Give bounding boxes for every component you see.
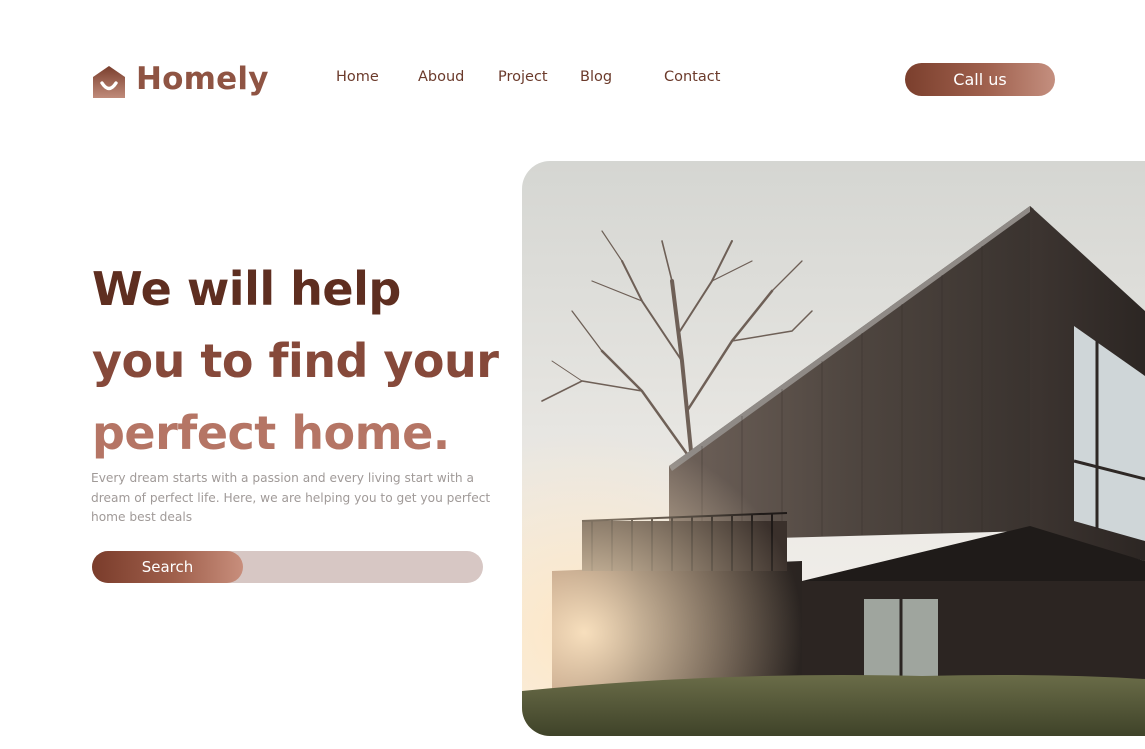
nav-blog[interactable]: Blog (580, 69, 612, 85)
house-photo-illustration (522, 161, 1145, 736)
hero-subtitle: Every dream starts with a passion and ev… (91, 471, 491, 524)
nav-about[interactable]: Aboud (418, 69, 464, 85)
search-bar: Search (92, 551, 483, 583)
nav-project[interactable]: Project (498, 69, 548, 85)
hero-house-image (522, 161, 1145, 736)
nav-contact[interactable]: Contact (664, 69, 720, 85)
hero-heading-line-1: We will help (92, 262, 401, 316)
search-input[interactable] (252, 555, 472, 579)
nav-home[interactable]: Home (336, 69, 379, 85)
hero-heading-line-3: perfect home. (92, 406, 450, 460)
hero-heading-line-2: you to find your (92, 334, 499, 388)
main-nav: Home Aboud Project Blog Contact (0, 69, 800, 89)
search-button[interactable]: Search (92, 551, 243, 583)
call-us-button[interactable]: Call us (905, 63, 1055, 96)
